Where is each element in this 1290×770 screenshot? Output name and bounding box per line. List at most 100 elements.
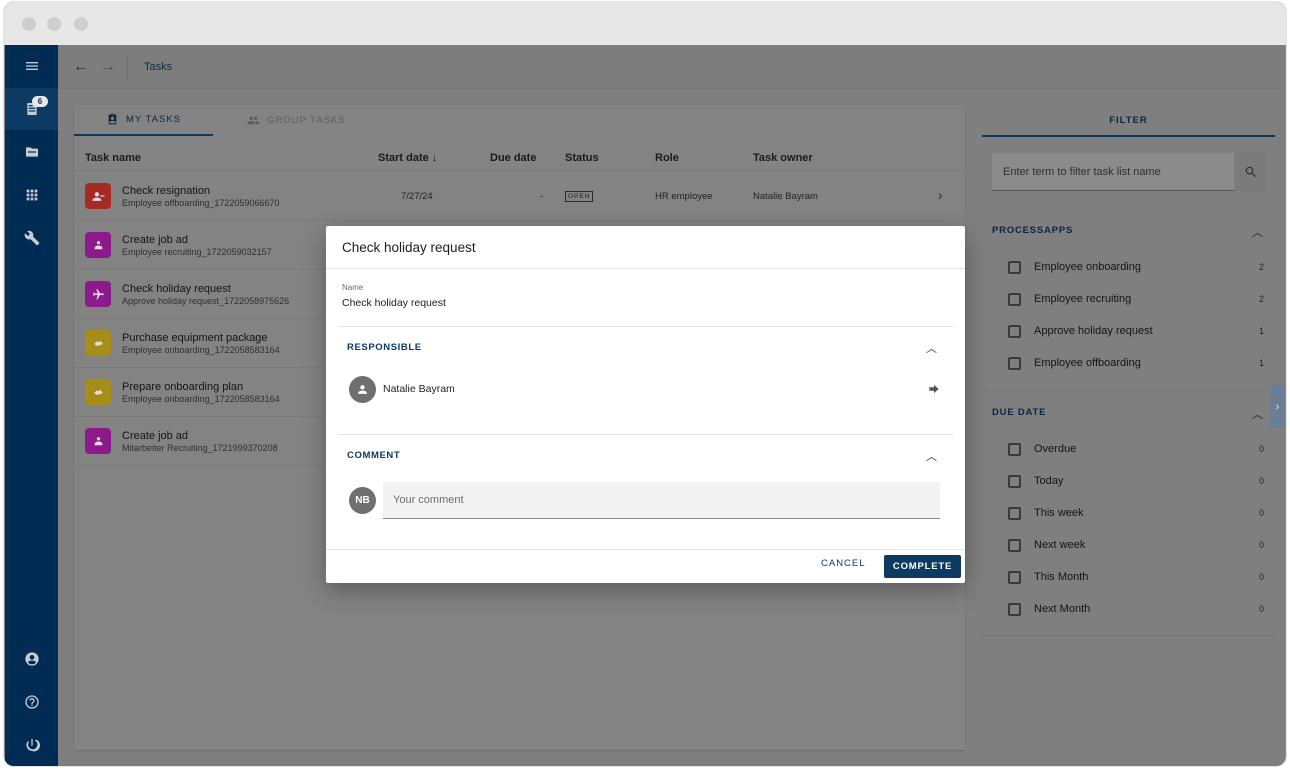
task-name: Purchase equipment package <box>122 332 268 344</box>
complete-button[interactable]: COMPLETE <box>884 555 961 578</box>
filter-option-count: 0 <box>1258 572 1264 582</box>
nav-apps[interactable] <box>5 174 58 216</box>
filter-option-count: 2 <box>1258 294 1264 304</box>
tasks-count-badge: 6 <box>32 96 48 107</box>
filter-option[interactable]: This Month 0 <box>1008 568 1264 588</box>
task-process: Employee recruiting_1722059032157 <box>122 247 272 257</box>
filter-option-count: 0 <box>1258 604 1264 614</box>
task-type-badge <box>85 379 111 405</box>
col-task-owner[interactable]: Task owner <box>753 152 813 164</box>
nav-tasks[interactable]: 6 <box>5 88 58 130</box>
person-remove-icon <box>92 191 104 201</box>
menu-button[interactable] <box>5 45 58 87</box>
tab-group-tasks-label: GROUP TASKS <box>267 115 346 126</box>
filter-option-label: Approve holiday request <box>1034 325 1153 337</box>
task-role: HR employee <box>655 191 713 202</box>
responsible-section-title[interactable]: RESPONSIBLE <box>347 342 422 353</box>
chevron-up-icon[interactable]: ︿ <box>1252 224 1263 240</box>
checkbox[interactable] <box>1008 357 1021 370</box>
col-due-date[interactable]: Due date <box>490 152 536 164</box>
col-status[interactable]: Status <box>565 152 599 164</box>
dialog-divider <box>326 268 965 269</box>
filter-option[interactable]: Approve holiday request 1 <box>1008 322 1264 342</box>
comment-input[interactable] <box>383 482 940 518</box>
filter-title: FILTER <box>982 105 1275 137</box>
help-icon <box>24 695 39 709</box>
folder-icon <box>25 147 38 157</box>
tab-group-tasks[interactable]: GROUP TASKS <box>247 105 346 136</box>
window-minimize-dot[interactable] <box>47 17 61 31</box>
tab-my-tasks-label: MY TASKS <box>126 114 181 125</box>
filter-option[interactable]: Next week 0 <box>1008 536 1264 556</box>
task-tabs: MY TASKS GROUP TASKS <box>74 105 965 136</box>
panel-toggle-chevron-icon[interactable]: › <box>1270 385 1285 428</box>
nav-admin[interactable] <box>5 217 58 259</box>
cancel-button[interactable]: CANCEL <box>821 558 866 569</box>
table-row[interactable]: Check resignation Employee offboarding_1… <box>74 172 965 221</box>
col-role[interactable]: Role <box>655 152 679 164</box>
nav-logout[interactable] <box>5 724 58 766</box>
task-name: Create job ad <box>122 430 189 442</box>
chevron-right-icon[interactable]: › <box>938 187 943 203</box>
task-type-badge <box>85 428 111 454</box>
checkbox[interactable] <box>1008 603 1021 616</box>
breadcrumb[interactable]: Tasks <box>144 61 172 73</box>
col-start-date[interactable]: Start date ↓ <box>378 152 437 164</box>
comment-section-title[interactable]: COMMENT <box>347 450 400 461</box>
chevron-up-icon[interactable]: ︿ <box>926 340 937 356</box>
checkbox[interactable] <box>1008 507 1021 520</box>
task-process: Employee onboarding_1722058583164 <box>122 394 280 404</box>
menu-icon <box>25 62 38 70</box>
wrench-icon <box>24 230 39 246</box>
checkbox[interactable] <box>1008 261 1021 274</box>
filter-option-count: 1 <box>1258 326 1264 336</box>
name-label: Name <box>342 283 364 292</box>
checkbox[interactable] <box>1008 475 1021 488</box>
person-badge-icon <box>94 240 102 249</box>
filter-option-count: 2 <box>1258 262 1264 272</box>
chevron-up-icon[interactable]: ︿ <box>926 448 937 464</box>
account-circle-icon <box>24 652 39 666</box>
nav-account[interactable] <box>5 638 58 680</box>
filter-option[interactable]: Overdue 0 <box>1008 440 1264 460</box>
nav-help[interactable] <box>5 681 58 723</box>
forward-assign-icon[interactable] <box>927 382 941 396</box>
tab-my-tasks[interactable]: MY TASKS <box>74 105 213 136</box>
filter-divider <box>982 635 1275 636</box>
col-task-name[interactable]: Task name <box>85 152 141 164</box>
search-icon <box>1245 166 1256 177</box>
assignment-person-icon <box>108 113 117 125</box>
window-close-dot[interactable] <box>22 17 36 31</box>
checkbox[interactable] <box>1008 571 1021 584</box>
filter-option[interactable]: Today 0 <box>1008 472 1264 492</box>
airplane-icon <box>92 288 104 299</box>
checkbox[interactable] <box>1008 539 1021 552</box>
comment-field <box>383 482 940 519</box>
filter-option[interactable]: Employee offboarding 1 <box>1008 354 1264 374</box>
filter-search-input[interactable] <box>992 153 1234 191</box>
search-button[interactable] <box>1234 153 1267 191</box>
responsible-person-name: Natalie Bayram <box>383 383 455 395</box>
name-value: Check holiday request <box>342 297 446 309</box>
app-root: 6 ← → Tasks MY TASKS GROUP TASKS Task na… <box>5 45 1285 766</box>
filter-option-count: 1 <box>1258 358 1264 368</box>
checkbox[interactable] <box>1008 293 1021 306</box>
due-date-section-title[interactable]: DUE DATE <box>992 407 1046 418</box>
forward-arrow-icon[interactable]: → <box>100 58 116 76</box>
back-arrow-icon[interactable]: ← <box>73 58 89 76</box>
checkbox[interactable] <box>1008 443 1021 456</box>
filter-option[interactable]: Employee onboarding 2 <box>1008 258 1264 278</box>
filter-option-count: 0 <box>1258 476 1264 486</box>
filter-option[interactable]: Employee recruiting 2 <box>1008 290 1264 310</box>
task-name: Check resignation <box>122 185 211 197</box>
processapps-section-title[interactable]: PROCESSAPPS <box>992 225 1073 236</box>
filter-option[interactable]: This week 0 <box>1008 504 1264 524</box>
filter-option[interactable]: Next Month 0 <box>1008 600 1264 620</box>
filter-option-label: Next Month <box>1034 603 1091 615</box>
filter-option-count: 0 <box>1258 508 1264 518</box>
window-zoom-dot[interactable] <box>74 17 88 31</box>
nav-cases[interactable] <box>5 131 58 173</box>
chevron-up-icon[interactable]: ︿ <box>1252 406 1263 422</box>
task-name: Create job ad <box>122 234 189 246</box>
checkbox[interactable] <box>1008 325 1021 338</box>
